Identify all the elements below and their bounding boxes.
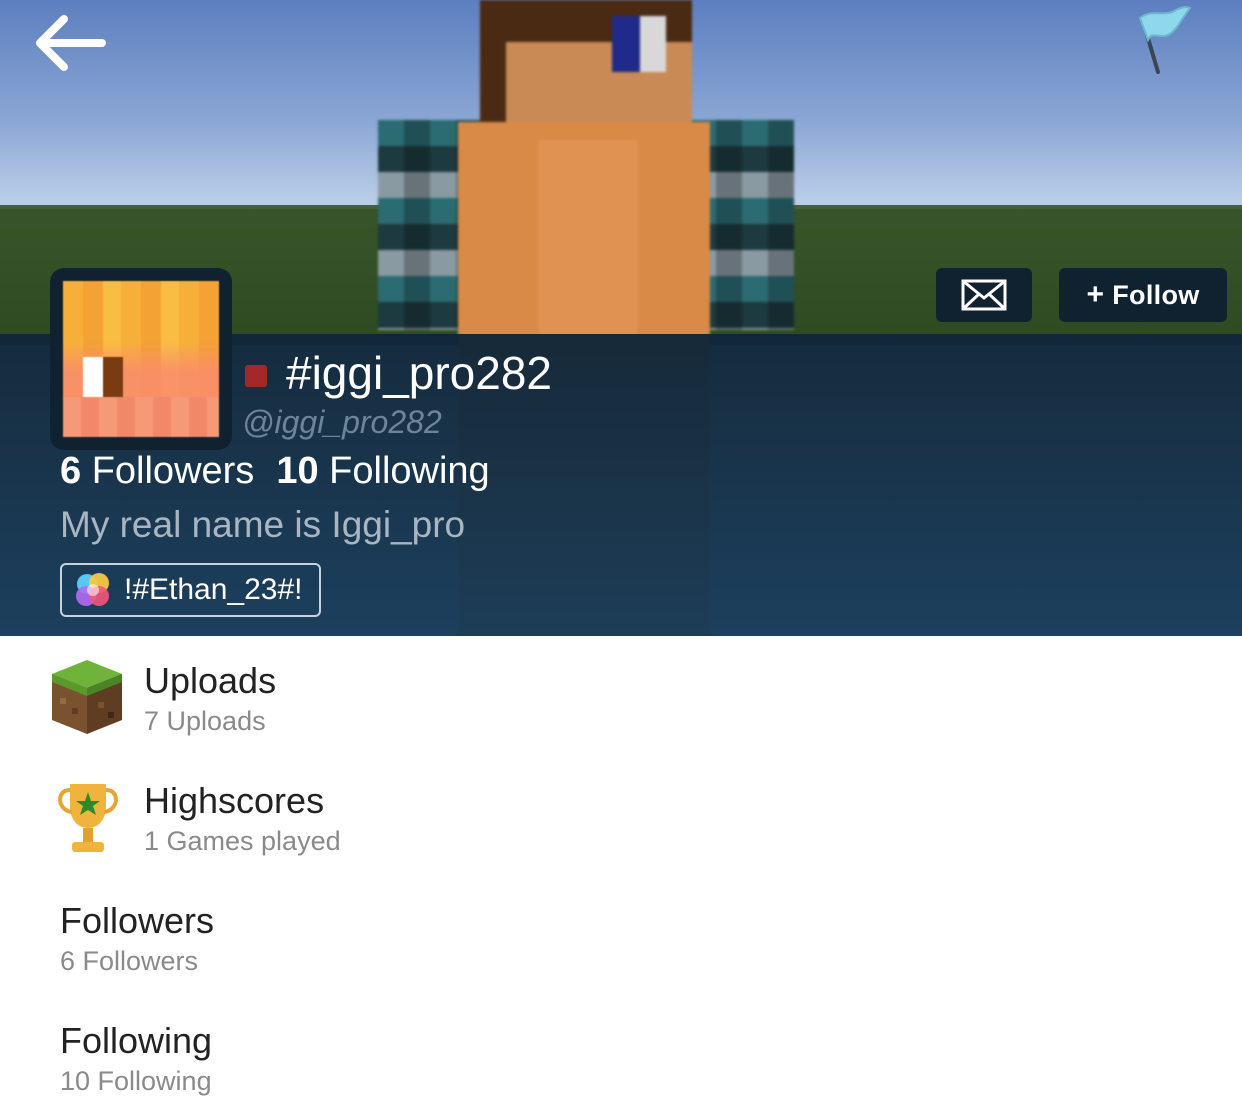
following-label: Following [329, 450, 490, 492]
following-row[interactable]: Following 10 Following [0, 1008, 1242, 1112]
username: @iggi_pro282 [242, 404, 442, 440]
clan-badge[interactable]: !#Ethan_23#! [60, 563, 321, 617]
avatar[interactable] [63, 281, 219, 437]
plus-icon: + [1086, 278, 1105, 311]
trophy-icon [58, 784, 118, 852]
following-title: Following [60, 1020, 213, 1061]
flag-icon [1138, 6, 1192, 74]
follow-button-label: Follow [1112, 279, 1200, 310]
games-played-count: 1 Games played [144, 826, 341, 856]
display-name: #iggi_pro282 [286, 347, 553, 399]
arrow-left-icon [36, 15, 106, 71]
back-button[interactable] [34, 12, 108, 74]
followers-stat[interactable]: 6 Followers [60, 450, 254, 492]
followers-row[interactable]: Followers 6 Followers [0, 888, 1242, 1006]
profile-bio: My real name is Iggi_pro [60, 504, 466, 545]
online-status-badge [245, 365, 267, 387]
followers-count: 6 [60, 450, 82, 492]
following-count: 10 [276, 450, 319, 492]
highscores-row[interactable]: Highscores 1 Games played [0, 768, 1242, 886]
following-row-count: 10 Following [60, 1066, 212, 1096]
following-stat[interactable]: 10 Following [276, 450, 489, 492]
uploads-row[interactable]: Uploads 7 Uploads [0, 648, 1242, 766]
uploads-title: Uploads [144, 660, 277, 701]
followers-title: Followers [60, 900, 215, 941]
followers-label: Followers [91, 450, 255, 492]
follow-counts: 6 Followers 10 Following [60, 450, 490, 493]
envelope-icon [961, 279, 1007, 311]
clan-name: !#Ethan_23#! [124, 573, 303, 606]
highscores-title: Highscores [144, 780, 325, 821]
uploads-count: 7 Uploads [144, 706, 266, 736]
clan-logo-icon [76, 573, 109, 606]
grass-block-icon [52, 660, 122, 734]
follow-button[interactable]: + Follow [1059, 268, 1227, 322]
message-button[interactable] [936, 268, 1032, 322]
report-flag-button[interactable] [1130, 4, 1194, 76]
followers-row-count: 6 Followers [60, 946, 199, 976]
